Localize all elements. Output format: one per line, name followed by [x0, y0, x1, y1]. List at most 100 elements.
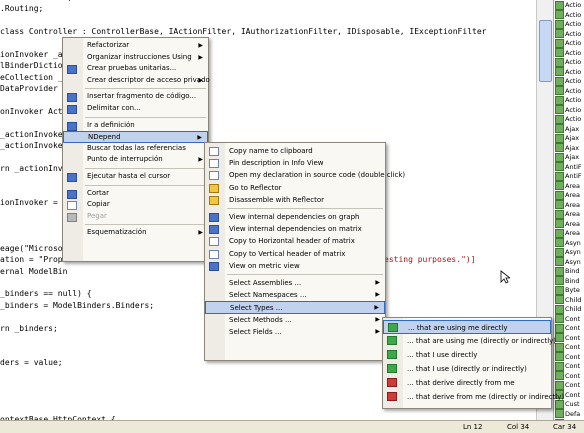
menu-item-punto-de-interrupci-n[interactable]: Punto de interrupción ▶ — [63, 154, 208, 166]
tree-item-label: Area — [565, 200, 580, 209]
code-line[interactable]: _actionInvoke — [0, 129, 63, 140]
status-bar: Ln 12 Col 34 Car 34 — [0, 420, 584, 433]
tree-item-label: Cont — [565, 333, 581, 342]
menu-item-select-assemblies[interactable]: Select Assemblies ... ▶ — [205, 277, 385, 289]
menu-item-open-my-declaration-in-source-code-double-click[interactable]: Open my declaration in source code (doub… — [205, 169, 405, 181]
menu-item-that-are-using-me-directly-or-indirectly[interactable]: ... that are using me (directly or indir… — [383, 334, 556, 348]
menu-item-refactorizar[interactable]: Refactorizar ▶ — [63, 40, 208, 52]
menu-item-select-methods[interactable]: Select Methods ... ▶ — [205, 314, 385, 326]
cut-icon — [67, 189, 77, 199]
tree-item-label: AntiF — [565, 172, 582, 180]
code-line[interactable]: ionInvoker = — [0, 197, 58, 208]
menu-item-label: Esquematización — [87, 228, 147, 237]
code-string-fragment[interactable]: esting purposes.")] — [384, 254, 476, 265]
submenu-arrow-icon: ▶ — [375, 279, 380, 286]
copy-icon — [67, 201, 77, 211]
menu-item-select-fields[interactable]: Select Fields ... ▶ — [205, 326, 385, 338]
class-icon — [555, 86, 564, 95]
tree-item-label: Actio — [565, 20, 582, 28]
class-icon — [555, 171, 564, 181]
menu-item-copy-to-horizontal-header-of-matrix[interactable]: Copy to Horizontal header of matrix — [205, 235, 385, 247]
menu-item-ejecutar-hasta-el-cursor[interactable]: Ejecutar hasta el cursor — [63, 171, 208, 183]
code-line[interactable]: _actionInvoke — [0, 140, 63, 151]
menu-item-label: Select Namespaces ... — [229, 291, 307, 300]
menu-item-pegar: Pegar — [63, 211, 208, 223]
scrollbar-thumb[interactable] — [539, 20, 552, 82]
menu-item-esquematizaci-n[interactable]: Esquematización ▶ — [63, 227, 208, 239]
menu-item-that-derive-directly-from-me[interactable]: ... that derive directly from me — [383, 376, 551, 390]
tree-item-label: Cont — [565, 371, 581, 380]
menu-item-pin-description-in-info-view[interactable]: Pin description in Info View — [205, 157, 385, 169]
menu-item-select-types[interactable]: Select Types ... ▶ — [205, 301, 385, 314]
menu-item-copiar[interactable]: Copiar — [63, 199, 208, 211]
code-line[interactable]: _binders == null) { — [0, 288, 92, 299]
class-icon — [555, 38, 564, 48]
code-line[interactable]: lBinderDiction — [0, 60, 67, 71]
menu-item-ndepend[interactable]: NDepend ▶ — [63, 131, 208, 143]
submenu-arrow-icon: ▶ — [198, 229, 203, 237]
menu-item-copy-name-to-clipboard[interactable]: Copy name to clipboard — [205, 145, 385, 157]
class-icon — [555, 380, 564, 390]
code-line[interactable]: ernal ModelBin — [0, 266, 67, 277]
menu-item-that-derive-from-me-directly-or-indirectly[interactable]: ... that derive from me (directly or ind… — [383, 390, 564, 404]
code-line[interactable]: DataProvider — [0, 83, 58, 94]
menu-item-select-namespaces[interactable]: Select Namespaces ... ▶ — [205, 289, 385, 301]
class-icon — [555, 200, 564, 209]
code-line[interactable]: onInvoker Acti — [0, 106, 67, 117]
menu-item-ir-a-definici-n[interactable]: Ir a definición — [63, 120, 208, 132]
code-line[interactable]: ionInvoker _ac — [0, 49, 67, 60]
tree-item-label: Actio — [565, 48, 582, 57]
class-icon — [555, 361, 564, 371]
tree-item-label: Actio — [565, 115, 582, 123]
code-line[interactable]: ders = value; — [0, 357, 63, 368]
class-icon — [555, 57, 564, 67]
class-icon — [555, 76, 564, 86]
menu-item-crear-descriptor-de-acceso-privado[interactable]: Crear descriptor de acceso privado ▶ — [63, 75, 210, 87]
solution-explorer-pane[interactable]: Actio Actio Actio Actio Actio Actio Actio Actio… — [553, 0, 584, 420]
menu-item-label: View internal dependencies on graph — [229, 213, 360, 221]
menu-item-copy-to-vertical-header-of-matrix[interactable]: Copy to Vertical header of matrix — [205, 248, 385, 260]
menu-item-organizar-instrucciones-using[interactable]: Organizar instrucciones Using ▶ — [63, 52, 208, 64]
menu-item-that-i-use-directly[interactable]: ... that I use directly — [383, 348, 551, 362]
submenu-arrow-icon: ▶ — [198, 53, 203, 61]
menu-item-view-internal-dependencies-on-graph[interactable]: View internal dependencies on graph — [205, 211, 385, 223]
menu-item-label: Select Methods ... — [229, 315, 292, 324]
tree-item-label: Actio — [565, 96, 582, 104]
menu-item-delimitar-con[interactable]: Delimitar con... — [63, 103, 208, 115]
menu-item-crear-pruebas-unitarias[interactable]: Crear pruebas unitarias... — [63, 63, 208, 75]
tree-item-label: Ajax — [565, 134, 580, 142]
menu-item-disassemble-with-reflector[interactable]: Disassemble with Reflector — [205, 194, 385, 206]
menu-item-cortar[interactable]: Cortar — [63, 188, 208, 200]
green-arrow-icon — [387, 364, 397, 373]
menu-item-view-internal-dependencies-on-matrix[interactable]: View internal dependencies on matrix — [205, 223, 385, 235]
tree-item-label: Actio — [565, 86, 582, 95]
green-arrow-icon — [387, 336, 397, 345]
menu-item-label: Go to Reflector — [229, 183, 282, 192]
menu-item-that-are-using-me-directly[interactable]: ... that are using me directly — [383, 320, 551, 334]
class-icon — [555, 409, 564, 418]
menu-separator — [85, 116, 206, 118]
menu-item-that-i-use-directly-or-indirectly[interactable]: ... that I use (directly or indirectly) — [383, 362, 551, 376]
menu-item-go-to-reflector[interactable]: Go to Reflector — [205, 182, 385, 194]
menu-separator — [227, 274, 383, 275]
class-icon — [555, 314, 564, 323]
code-line[interactable]: class Controller : ControllerBase, IActi… — [0, 26, 486, 37]
menu-item-view-on-metric-view[interactable]: View on metric view — [205, 260, 385, 272]
tree-item-label: Cont — [565, 314, 581, 323]
tree-item-label: Child — [565, 295, 582, 304]
tree-item-label: Bind — [565, 267, 580, 275]
code-line[interactable]: .Routing; — [0, 3, 43, 14]
code-line[interactable]: _binders = ModelBinders.Binders; — [0, 300, 154, 311]
menu-item-insertar-fragmento-de-c-digo[interactable]: Insertar fragmento de código... — [63, 91, 208, 103]
code-line[interactable]: rn _actionInv — [0, 163, 63, 174]
ndepend-submenu: Copy name to clipboard Pin description in… — [204, 142, 405, 361]
tree-item-label: Asyn — [565, 238, 581, 247]
code-line[interactable]: eCollection _ — [0, 72, 63, 83]
menu-item-buscar-todas-las-referencias[interactable]: Buscar todas las referencias — [63, 143, 208, 155]
menu-item-label: Ir a definición — [87, 120, 135, 129]
code-line[interactable]: rn _binders; — [0, 323, 58, 334]
horizontal-header-icon — [209, 237, 219, 247]
code-line[interactable]: eage("Microsof — [0, 243, 67, 254]
menu-separator — [85, 184, 206, 186]
code-line[interactable]: ation = "Prope — [0, 254, 67, 265]
